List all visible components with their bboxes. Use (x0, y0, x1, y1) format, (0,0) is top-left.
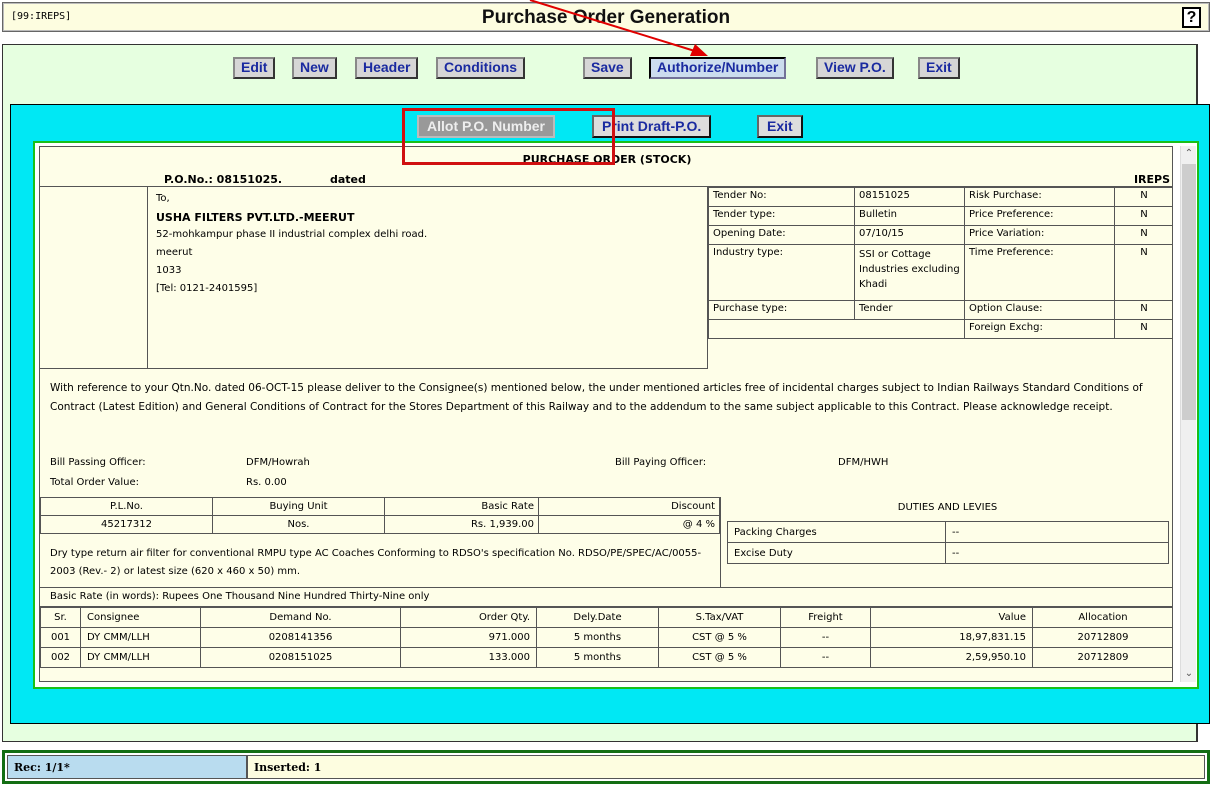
duties-levies: DUTIES AND LEVIES Packing Charges -- Exci… (720, 497, 1172, 587)
title-bar: [99:IREPS] Purchase Order Generation ? (2, 2, 1210, 32)
po-document: PURCHASE ORDER (STOCK) P.O.No.: 08151025… (39, 146, 1173, 682)
vendor-addr2: meerut (156, 247, 193, 258)
duties-table: Packing Charges -- Excise Duty -- (727, 521, 1169, 564)
authorize-number-button[interactable]: Authorize/Number (649, 57, 787, 79)
conditions-button[interactable]: Conditions (436, 57, 526, 79)
dialog-exit-button[interactable]: Exit (757, 115, 803, 138)
vendor-addr3: 1033 (156, 265, 182, 276)
inserted-indicator: Inserted: 1 (247, 755, 1205, 779)
total-value: Rs. 0.00 (246, 477, 287, 488)
terms-paragraph: With reference to your Qtn.No. dated 06-… (50, 382, 1143, 413)
record-indicator: Rec: 1/1* (7, 755, 247, 779)
scroll-up-icon[interactable]: ⌃ (1181, 146, 1197, 162)
vendor-name: USHA FILTERS PVT.LTD.-MEERUT (156, 211, 355, 224)
exit-button[interactable]: Exit (918, 57, 960, 79)
document-scrollbar[interactable]: ⌃ ⌄ (1180, 146, 1196, 682)
po-dated: dated (330, 173, 366, 186)
save-button[interactable]: Save (583, 57, 632, 79)
header-button[interactable]: Header (355, 57, 419, 79)
table-header: Sr. Consignee Demand No. Order Qty. Dely… (40, 607, 1172, 628)
edit-button[interactable]: Edit (233, 57, 276, 79)
total-label: Total Order Value: (50, 477, 139, 488)
table-row: 002 DY CMM/LLH 0208151025 133.000 5 mont… (40, 647, 1172, 668)
po-org: IREPS (1133, 173, 1170, 186)
view-po-button[interactable]: View P.O. (816, 57, 894, 79)
item-table: P.L.No. Buying Unit Basic Rate Discount … (40, 497, 720, 534)
page-title: Purchase Order Generation (481, 7, 731, 28)
po-number: P.O.No.: 08151025. (164, 173, 283, 186)
vendor-address: To, USHA FILTERS PVT.LTD.-MEERUT 52-mohk… (40, 187, 708, 369)
scroll-thumb[interactable] (1182, 164, 1196, 420)
bill-paying-value: DFM/HWH (838, 457, 889, 468)
vendor-tel: [Tel: 0121-2401595] (156, 283, 258, 294)
to-label: To, (156, 193, 170, 204)
rate-in-words: Basic Rate (in words): Rupees One Thousa… (40, 587, 1172, 607)
vendor-addr1: 52-mohkampur phase II industrial complex… (156, 229, 428, 240)
duties-heading: DUTIES AND LEVIES (897, 502, 998, 513)
bill-passing-value: DFM/Howrah (246, 457, 310, 468)
highlight-box (402, 108, 615, 165)
new-button[interactable]: New (292, 57, 337, 79)
bill-passing-label: Bill Passing Officer: (50, 457, 146, 468)
item-description: Dry type return air filter for conventio… (50, 548, 702, 577)
status-bar: Rec: 1/1* Inserted: 1 (2, 750, 1210, 784)
bill-paying-label: Bill Paying Officer: (615, 457, 707, 468)
consignee-table: Sr. Consignee Demand No. Order Qty. Dely… (40, 607, 1172, 668)
scroll-down-icon[interactable]: ⌄ (1181, 666, 1197, 682)
help-icon[interactable]: ? (1182, 7, 1201, 28)
tender-info-table: Tender No: 08151025 Risk Purchase: N Tender… (708, 187, 1172, 339)
table-row: 001 DY CMM/LLH 0208141356 971.000 5 mont… (40, 627, 1172, 648)
